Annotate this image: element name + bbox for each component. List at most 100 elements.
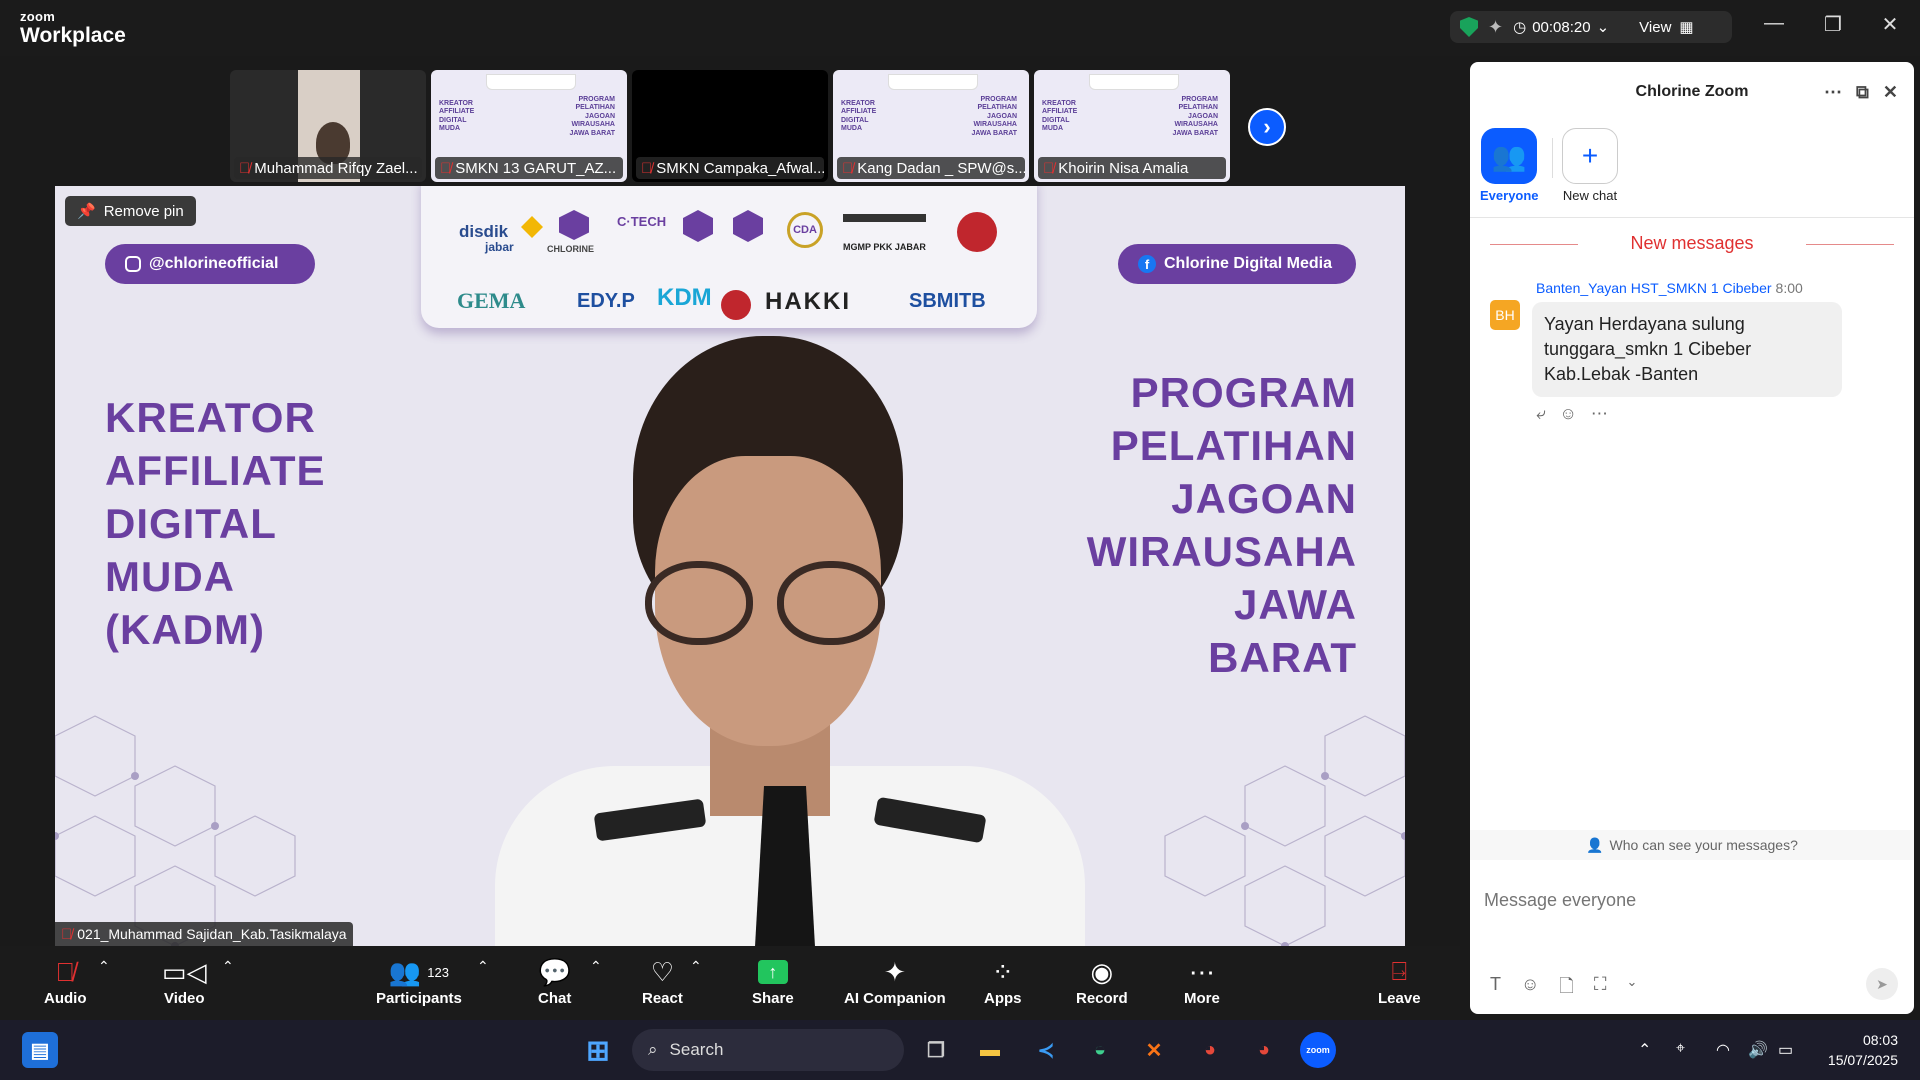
slide-mini-title: KREATOR AFFILIATE DIGITAL MUDA [841, 100, 877, 133]
vscode-icon[interactable]: ≺ [1028, 1032, 1064, 1068]
ai-companion-button[interactable]: ✦ AI Companion [844, 954, 946, 1008]
grid-view-icon: ▦ [1679, 19, 1694, 36]
everyone-group-icon: 👥 [1481, 128, 1538, 184]
slide-mini-title: PROGRAM PELATIHAN JAGOAN WIRAUSAHA JAWA … [569, 96, 616, 137]
edyp-logo: EDY.P [577, 290, 635, 312]
next-page-arrow-icon[interactable]: › [1248, 108, 1286, 146]
windows-taskbar: ▤ ⊞ ⌕ Search ❐ ▬ ≺ ◒ ✕ ◕ ◕ zoom ⌃ ⌖ ◠ 🔊 … [0, 1020, 1920, 1080]
pop-out-icon[interactable]: ⧉ [1856, 82, 1869, 103]
task-view-icon[interactable]: ❐ [918, 1032, 954, 1068]
taskbar-search[interactable]: ⌕ Search [632, 1029, 904, 1071]
kdm-logo: KDM [657, 284, 712, 311]
mic-muted-icon: 🎙̸ [1043, 159, 1055, 177]
restore-button[interactable]: ❐ [1818, 12, 1848, 37]
mic-muted-icon: 🎙̸ [61, 925, 73, 943]
chevron-down-icon[interactable]: ⌄ [1626, 974, 1637, 1004]
message-input[interactable] [1484, 870, 1894, 930]
zoom-logo: zoom Workplace [20, 10, 126, 46]
facebook-icon: f [1138, 255, 1156, 273]
file-icon[interactable]: 🗋 [1559, 974, 1573, 1004]
chat-options-caret-icon[interactable]: ⌃ [590, 958, 602, 975]
react-options-caret-icon[interactable]: ⌃ [690, 958, 702, 975]
react-button[interactable]: ♡ React [642, 954, 683, 1008]
kadm-title: KREATOR AFFILIATE DIGITAL MUDA (KADM) [105, 394, 326, 653]
meeting-timer[interactable]: ◷ 00:08:20 ⌄ [1513, 18, 1609, 37]
instagram-icon [125, 256, 141, 272]
record-icon: ◉ [1090, 956, 1114, 987]
video-button[interactable]: ▭◁ Video [162, 954, 207, 1008]
share-screen-icon: ↑ [757, 960, 788, 984]
remove-pin-button[interactable]: 📌 Remove pin [65, 196, 196, 226]
emoji-icon[interactable]: ☺ [1521, 974, 1539, 1004]
mgmp-logo: MGMP PKK JABAR [843, 214, 926, 252]
red-badge-logo [721, 290, 751, 320]
close-icon[interactable]: ✕ [1883, 82, 1898, 103]
leave-button[interactable]: ⍈ Leave [1378, 954, 1421, 1007]
more-dots-icon[interactable]: ⋯ [1591, 404, 1608, 424]
brand-title: Workplace [20, 24, 126, 47]
chrome-icon[interactable]: ◕ [1192, 1032, 1228, 1068]
participants-button[interactable]: 👥 123 Participants [376, 954, 462, 1008]
video-options-caret-icon[interactable]: ⌃ [222, 958, 234, 975]
xampp-icon[interactable]: ✕ [1136, 1032, 1172, 1068]
jabar-diamond-icon [521, 216, 543, 238]
recipient-everyone[interactable]: 👥 Everyone [1480, 128, 1539, 203]
text-format-icon[interactable]: T [1490, 974, 1501, 1004]
widgets-icon[interactable]: ▤ [22, 1032, 58, 1068]
minimize-button[interactable]: — [1759, 12, 1789, 35]
zoom-app-icon[interactable]: zoom [1300, 1032, 1336, 1068]
mic-muted-icon: 🎙̸ [239, 159, 251, 177]
wifi-icon[interactable]: ◠ [1716, 1040, 1730, 1060]
windows-start-icon[interactable]: ⊞ [580, 1032, 616, 1068]
pin-icon: 📌 [77, 203, 96, 220]
cda-logo: CDA [787, 212, 823, 248]
who-can-see-link[interactable]: 👤 Who can see your messages? [1470, 830, 1914, 860]
hex-pattern-decoration [1164, 715, 1405, 946]
more-options-icon[interactable]: ⋯ [1824, 82, 1842, 103]
plus-icon: + [1562, 128, 1618, 184]
screenshot-icon[interactable]: ⛶ [1594, 974, 1607, 1004]
tray-chevron-up-icon[interactable]: ⌃ [1638, 1040, 1651, 1060]
participant-name-tag: 🎙̸ SMKN 13 GARUT_AZ... [435, 157, 623, 179]
edge-icon[interactable]: ◒ [1082, 1032, 1118, 1068]
participant-thumbnail[interactable]: KREATOR AFFILIATE DIGITAL MUDA PROGRAM P… [431, 70, 627, 182]
emoji-react-icon[interactable]: ☺ [1560, 404, 1577, 424]
participant-thumbnail[interactable]: KREATOR AFFILIATE DIGITAL MUDA PROGRAM P… [1034, 70, 1230, 182]
new-chat-button[interactable]: + New chat [1562, 128, 1618, 203]
facebook-page: f Chlorine Digital Media [1118, 244, 1356, 284]
taskbar-clock[interactable]: 08:03 15/07/2025 [1828, 1030, 1898, 1070]
slide-mini-title: PROGRAM PELATIHAN JAGOAN WIRAUSAHA JAWA … [971, 96, 1018, 137]
battery-icon[interactable]: ▭ [1778, 1040, 1793, 1060]
participant-thumbnail[interactable]: 🎙̸ SMKN Campaka_Afwal... [632, 70, 828, 182]
chlorine-hex-icon [559, 210, 589, 240]
audio-button[interactable]: 🎙̸ Audio [44, 954, 87, 1008]
speaker-icon[interactable]: 🔊 [1748, 1040, 1768, 1060]
file-explorer-icon[interactable]: ▬ [972, 1032, 1008, 1068]
participants-options-caret-icon[interactable]: ⌃ [477, 958, 489, 975]
hakki-logo: HAKKI [765, 288, 851, 315]
chrome-profile-icon[interactable]: ◕ [1246, 1032, 1282, 1068]
mic-muted-icon: 🎙̸ [440, 159, 452, 177]
chat-panel: Chlorine Zoom ⋯ ⧉ ✕ 👥 Everyone + New cha… [1470, 62, 1914, 1014]
more-button[interactable]: ⋯ More [1184, 954, 1220, 1008]
reply-icon[interactable]: ⤶ [1536, 404, 1546, 424]
chat-button[interactable]: 💬 Chat [538, 954, 571, 1008]
speaker-person [495, 336, 1085, 946]
security-shield-icon[interactable] [1460, 17, 1478, 37]
ai-sparkle-icon[interactable]: ✦ [1488, 17, 1503, 38]
slide-logos [486, 74, 576, 90]
close-window-button[interactable]: ✕ [1875, 12, 1905, 37]
ai-sparkle-icon: ✦ [883, 956, 906, 987]
share-button[interactable]: ↑ Share [752, 954, 794, 1007]
chat-title: Chlorine Zoom [1635, 83, 1749, 100]
record-button[interactable]: ◉ Record [1076, 954, 1128, 1008]
message-sender[interactable]: Banten_Yayan HST_SMKN 1 Cibeber 8:00 [1536, 280, 1803, 296]
participant-thumbnail[interactable]: KREATOR AFFILIATE DIGITAL MUDA PROGRAM P… [833, 70, 1029, 182]
send-icon[interactable]: ➤ [1866, 968, 1898, 1000]
participant-thumbnail[interactable]: 🎙̸ Muhammad Rifqy Zael... [230, 70, 426, 182]
view-button[interactable]: View ▦ [1639, 18, 1694, 37]
gema-logo: GEMA [457, 288, 526, 313]
apps-button[interactable]: ⁘ Apps [984, 954, 1022, 1008]
audio-options-caret-icon[interactable]: ⌃ [98, 958, 110, 975]
sponsor-logos-panel: disdik jabar CHLORINE C·TECH CDA MGMP PK… [421, 186, 1037, 328]
